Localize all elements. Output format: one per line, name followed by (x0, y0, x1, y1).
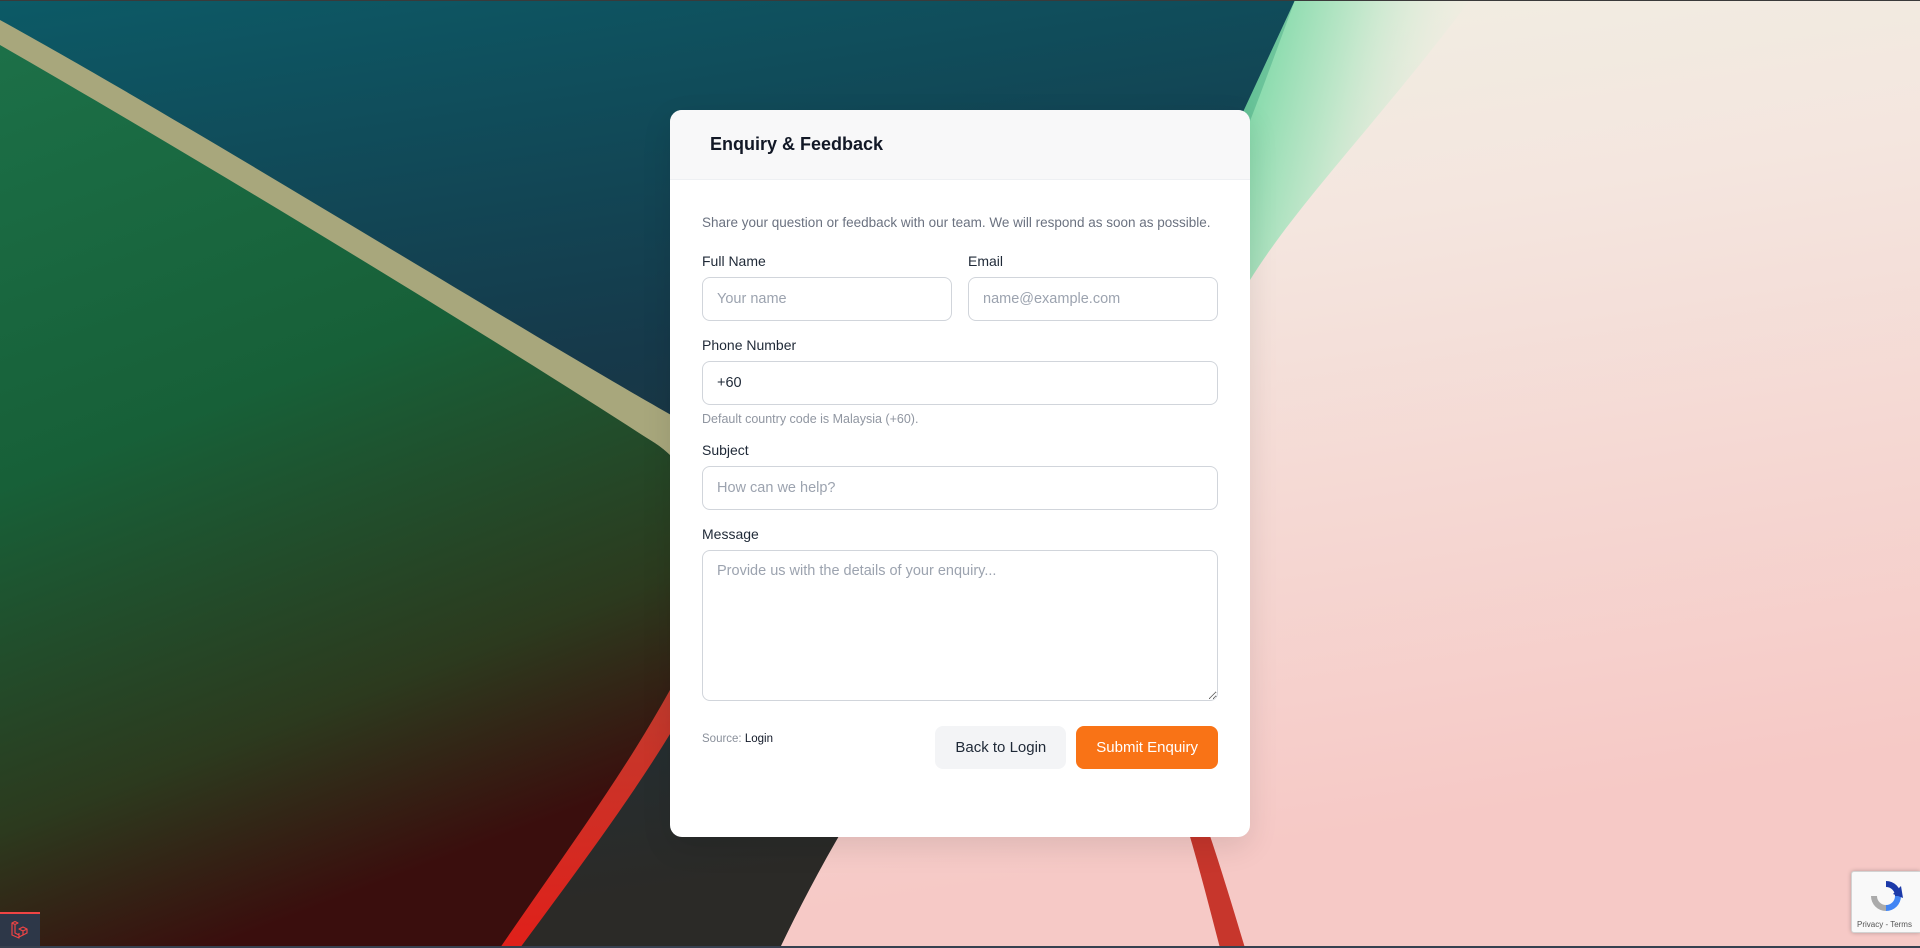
phone-label: Phone Number (702, 337, 797, 353)
form-footer: Source: Login Back to Login Submit Enqui… (702, 726, 1218, 769)
form-actions: Back to Login Submit Enquiry (935, 726, 1218, 769)
phone-input[interactable] (702, 361, 1218, 405)
email-input[interactable] (968, 277, 1218, 321)
card-body: Share your question or feedback with our… (670, 180, 1250, 769)
recaptcha-badge[interactable]: Privacy - Terms (1851, 871, 1920, 933)
email-group: Email (968, 253, 1218, 321)
full-name-label: Full Name (702, 253, 766, 269)
submit-enquiry-button[interactable]: Submit Enquiry (1076, 726, 1218, 769)
recaptcha-icon (1871, 881, 1903, 911)
top-border (0, 0, 1920, 1)
message-textarea[interactable] (702, 550, 1218, 701)
card-header: Enquiry & Feedback (670, 110, 1250, 180)
source-value: Login (744, 733, 773, 745)
full-name-group: Full Name (702, 253, 952, 321)
enquiry-card: Enquiry & Feedback Share your question o… (670, 110, 1250, 837)
subject-label: Subject (702, 442, 749, 458)
debugbar-toggle[interactable] (0, 912, 40, 946)
page-title: Enquiry & Feedback (710, 134, 884, 154)
source-info: Source: Login (702, 726, 773, 745)
subject-input[interactable] (702, 466, 1218, 510)
source-label: Source: (702, 733, 742, 745)
laravel-icon (11, 920, 28, 939)
message-group: Message (702, 526, 1218, 706)
full-name-input[interactable] (702, 277, 952, 321)
subject-group: Subject (702, 442, 1218, 510)
email-label: Email (968, 253, 1004, 269)
name-email-row: Full Name Email (702, 253, 1218, 337)
phone-hint: Default country code is Malaysia (+60). (702, 412, 919, 426)
phone-group: Phone Number Default country code is Mal… (702, 337, 1218, 426)
intro-text: Share your question or feedback with our… (702, 215, 1211, 230)
back-to-login-button[interactable]: Back to Login (935, 726, 1067, 769)
message-label: Message (702, 526, 759, 542)
recaptcha-links[interactable]: Privacy - Terms (1857, 920, 1912, 929)
